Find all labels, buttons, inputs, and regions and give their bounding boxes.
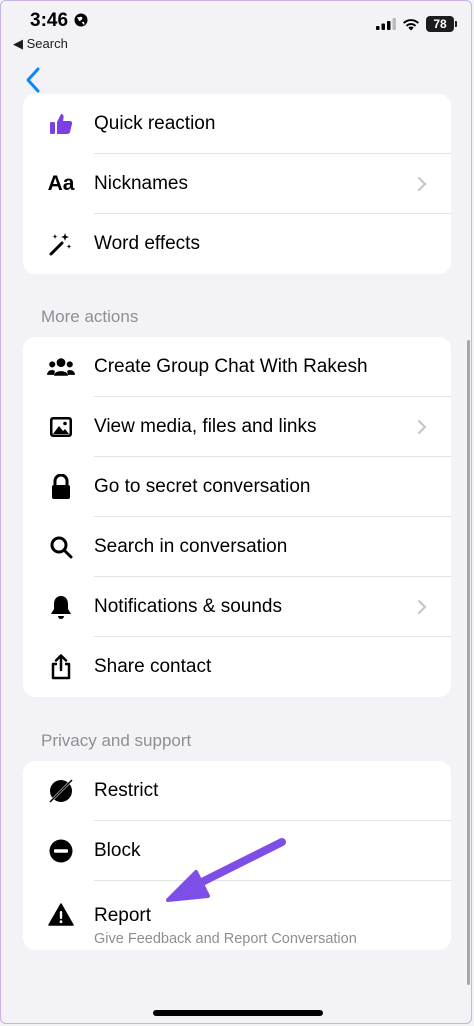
- status-time: 3:46: [30, 10, 69, 31]
- row-label: Notifications & sounds: [94, 596, 282, 617]
- row-label: Quick reaction: [94, 113, 216, 134]
- row-label: Share contact: [94, 656, 212, 677]
- row-secret-conversation[interactable]: Go to secret conversation: [23, 457, 451, 517]
- search-icon: [47, 533, 75, 561]
- more-actions-card: Create Group Chat With Rakesh View media…: [23, 337, 451, 697]
- home-indicator[interactable]: [153, 1010, 323, 1016]
- signal-icon: [376, 18, 396, 30]
- aa-text-icon: Aa: [47, 172, 75, 195]
- thumbs-up-icon: [47, 110, 75, 138]
- row-label: Search in conversation: [94, 536, 288, 557]
- annotation-arrow-icon: [166, 838, 286, 902]
- row-view-media[interactable]: View media, files and links: [23, 397, 451, 457]
- row-label: Word effects: [94, 233, 200, 254]
- back-app-label: Search: [26, 36, 68, 51]
- row-label: Go to secret conversation: [94, 476, 311, 497]
- chevron-right-icon: [418, 177, 427, 191]
- back-to-app-link[interactable]: ◀ Search: [13, 36, 68, 52]
- warning-icon: [47, 901, 75, 929]
- status-bar: 3:46 ◀ Search 78: [0, 0, 474, 58]
- row-search-conversation[interactable]: Search in conversation: [23, 517, 451, 577]
- group-icon: [47, 353, 75, 381]
- row-label: Restrict: [94, 780, 159, 801]
- scrollbar[interactable]: [467, 340, 470, 985]
- row-label: View media, files and links: [94, 416, 317, 437]
- row-share-contact[interactable]: Share contact: [23, 637, 451, 697]
- block-icon: [47, 837, 75, 865]
- share-icon: [47, 653, 75, 681]
- restrict-icon: [47, 777, 75, 805]
- section-title-more-actions: More actions: [41, 307, 139, 326]
- wifi-icon: [403, 18, 419, 30]
- chevron-left-icon[interactable]: [22, 66, 46, 94]
- row-subtitle: Give Feedback and Report Conversation: [94, 931, 357, 947]
- row-word-effects[interactable]: Word effects: [23, 214, 451, 274]
- globe-icon: [74, 13, 88, 27]
- row-label: Nicknames: [94, 173, 188, 194]
- row-restrict[interactable]: Restrict: [23, 761, 451, 821]
- chevron-right-icon: [418, 600, 427, 614]
- lock-icon: [47, 473, 75, 501]
- status-indicators: 78: [376, 16, 457, 32]
- section-title-privacy: Privacy and support: [41, 731, 192, 750]
- battery-indicator: 78: [426, 16, 457, 32]
- chevron-right-icon: [418, 420, 427, 434]
- image-icon: [47, 413, 75, 441]
- row-label: Create Group Chat With Rakesh: [94, 356, 368, 377]
- bell-icon: [47, 593, 75, 621]
- row-label: Report: [94, 905, 152, 926]
- row-nicknames[interactable]: Aa Nicknames: [23, 154, 451, 214]
- row-quick-reaction[interactable]: Quick reaction: [23, 94, 451, 154]
- row-label: Block: [94, 840, 141, 861]
- row-create-group[interactable]: Create Group Chat With Rakesh: [23, 337, 451, 397]
- magic-wand-icon: [47, 230, 75, 258]
- row-notifications[interactable]: Notifications & sounds: [23, 577, 451, 637]
- customize-card: Quick reaction Aa Nicknames Word effects: [23, 94, 451, 274]
